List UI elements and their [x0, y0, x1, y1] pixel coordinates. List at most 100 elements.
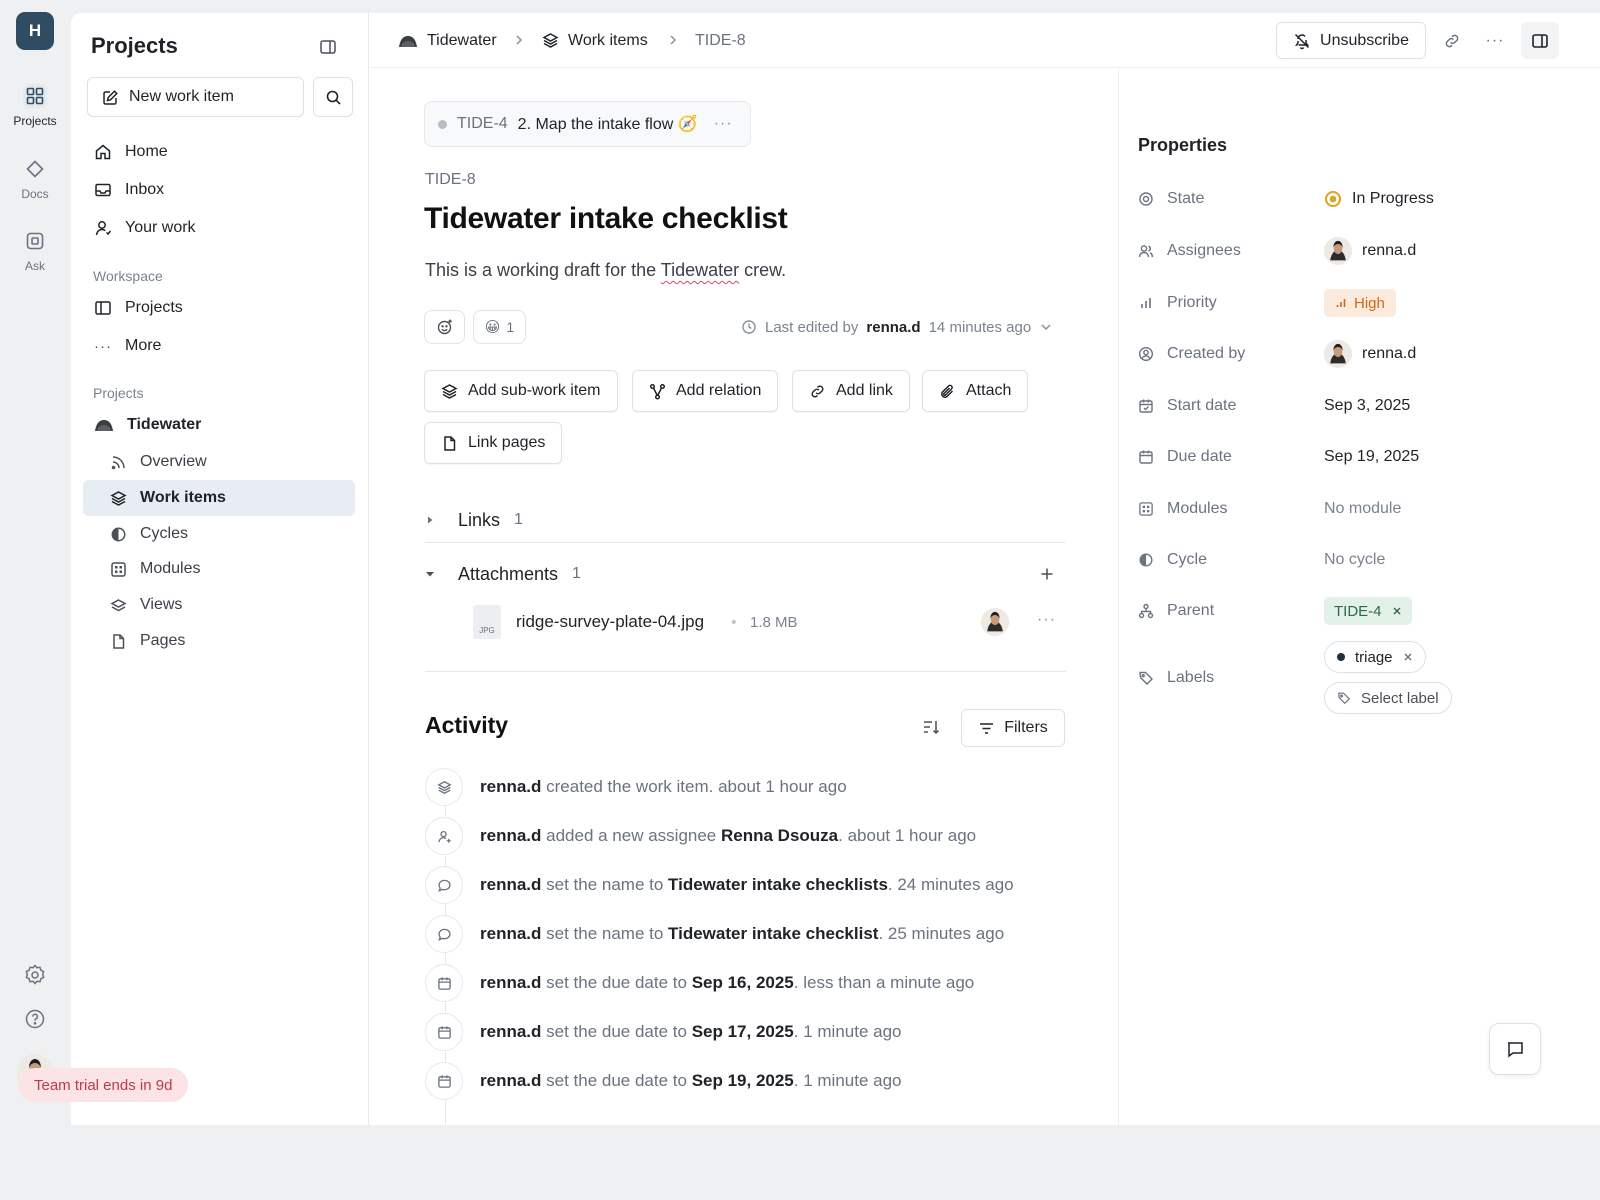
- parent-tag[interactable]: TIDE-4: [1324, 597, 1412, 625]
- activity-user[interactable]: renna.d: [480, 826, 541, 845]
- parent-state-dot: [438, 119, 447, 129]
- attachment-more-icon[interactable]: ···: [1037, 611, 1056, 629]
- attachments-section-header[interactable]: Attachments 1: [425, 559, 1066, 589]
- activity-action: set the due date to: [541, 973, 692, 992]
- grid-icon: [23, 84, 47, 108]
- select-label-text: Select label: [1361, 689, 1439, 707]
- activity-user[interactable]: renna.d: [480, 924, 541, 943]
- add-reaction-button[interactable]: [424, 310, 465, 344]
- nav-workspace-projects[interactable]: Projects: [83, 290, 355, 326]
- property-due-date[interactable]: Due date Sep 19, 2025: [1138, 440, 1578, 474]
- property-priority[interactable]: Priority High: [1138, 286, 1578, 320]
- property-modules[interactable]: Modules No module: [1138, 492, 1578, 526]
- rail-item-ask[interactable]: Ask: [0, 229, 70, 273]
- hierarchy-icon: [1138, 603, 1154, 619]
- new-work-item-button[interactable]: New work item: [87, 77, 304, 117]
- search-button[interactable]: [313, 77, 353, 117]
- property-parent[interactable]: Parent TIDE-4: [1138, 594, 1578, 628]
- add-relation-button[interactable]: Add relation: [632, 370, 779, 412]
- property-start-date[interactable]: Start date Sep 3, 2025: [1138, 389, 1578, 423]
- activity-text: renna.d added a new assignee Renna Dsouz…: [480, 826, 976, 846]
- property-label: Assignees: [1167, 242, 1241, 259]
- property-assignees[interactable]: Assignees renna.d: [1138, 234, 1578, 268]
- nav-more[interactable]: ··· More: [83, 328, 355, 364]
- links-section-header[interactable]: Links 1: [425, 505, 1066, 535]
- nav-label: Overview: [140, 453, 207, 470]
- attachment-row[interactable]: JPG ridge-survey-plate-04.jpg • 1.8 MB ·…: [425, 597, 1066, 647]
- activity-value: Sep 17, 2025: [691, 1022, 794, 1041]
- cycle-icon: [1138, 552, 1154, 568]
- sort-order-icon[interactable]: [921, 717, 941, 737]
- relation-icon: [649, 383, 666, 400]
- select-label-button[interactable]: Select label: [1324, 682, 1452, 714]
- rail-label: Docs: [21, 187, 49, 201]
- nav-inbox[interactable]: Inbox: [83, 172, 355, 208]
- activity-user[interactable]: renna.d: [480, 875, 541, 894]
- activity-action: set the due date to: [541, 1022, 692, 1041]
- layers-icon: [542, 32, 559, 49]
- nav-work-items[interactable]: Work items: [83, 480, 355, 516]
- property-cycle[interactable]: Cycle No cycle: [1138, 543, 1578, 577]
- unsubscribe-button[interactable]: Unsubscribe: [1276, 22, 1426, 59]
- activity-user[interactable]: renna.d: [480, 1071, 541, 1090]
- reaction-chip[interactable]: 😀 1: [473, 310, 526, 344]
- tag-icon: [1138, 670, 1154, 686]
- nav-overview[interactable]: Overview: [83, 444, 355, 480]
- users-icon: [1138, 243, 1154, 259]
- activity-time: about 1 hour ago: [713, 777, 847, 796]
- nav-cycles[interactable]: Cycles: [83, 516, 355, 552]
- rail-item-docs[interactable]: Docs: [0, 157, 70, 201]
- rail-item-projects[interactable]: Projects: [0, 84, 70, 128]
- parent-work-item-chip[interactable]: TIDE-4 2. Map the intake flow 🧭 ···: [424, 101, 751, 147]
- activity-user[interactable]: renna.d: [480, 1022, 541, 1041]
- project-logo-icon: [94, 417, 114, 433]
- add-sub-work-item-button[interactable]: Add sub-work item: [424, 370, 618, 412]
- remove-label-icon[interactable]: [1403, 652, 1413, 662]
- work-item-title[interactable]: Tidewater intake checklist: [424, 202, 788, 236]
- state-icon: [1138, 191, 1154, 207]
- link-pages-button[interactable]: Link pages: [424, 422, 563, 464]
- remove-parent-icon[interactable]: [1392, 606, 1402, 616]
- activity-user[interactable]: renna.d: [480, 777, 541, 796]
- chevron-down-icon[interactable]: [1039, 320, 1053, 334]
- help-icon[interactable]: [23, 1007, 47, 1031]
- modules-icon: [110, 561, 127, 578]
- property-label: Cycle: [1167, 551, 1208, 568]
- link-icon: [809, 383, 826, 400]
- chat-button[interactable]: [1489, 1023, 1541, 1075]
- breadcrumb-project[interactable]: Tidewater: [398, 13, 497, 68]
- app-rail: H Projects Docs Ask: [0, 0, 70, 1125]
- property-label: Modules: [1167, 500, 1228, 517]
- sidebar-collapse-icon[interactable]: [316, 35, 340, 59]
- nav-modules[interactable]: Modules: [83, 551, 355, 587]
- priority-badge: High: [1324, 289, 1396, 317]
- bar-chart-icon: [1138, 295, 1154, 311]
- attach-button[interactable]: Attach: [922, 370, 1029, 412]
- parent-id: TIDE-4: [457, 115, 508, 132]
- project-tidewater[interactable]: Tidewater: [83, 407, 355, 443]
- breadcrumb-work-items[interactable]: Work items: [542, 13, 648, 68]
- nav-pages[interactable]: Pages: [83, 623, 355, 659]
- parent-more-icon[interactable]: ···: [714, 115, 733, 133]
- settings-icon[interactable]: [23, 963, 47, 987]
- nav-views[interactable]: Views: [83, 587, 355, 623]
- property-label: State: [1167, 190, 1205, 207]
- nav-home[interactable]: Home: [83, 134, 355, 170]
- workspace-avatar[interactable]: H: [16, 12, 54, 50]
- link-icon[interactable]: [1440, 29, 1464, 53]
- add-attachment-icon[interactable]: [1040, 567, 1054, 581]
- activity-user[interactable]: renna.d: [480, 973, 541, 992]
- label-chip-triage[interactable]: triage: [1324, 641, 1426, 673]
- filters-button[interactable]: Filters: [961, 709, 1065, 747]
- nav-your-work[interactable]: Your work: [83, 210, 355, 246]
- work-item-description[interactable]: This is a working draft for the Tidewate…: [425, 260, 786, 281]
- properties-panel-toggle-icon[interactable]: [1521, 22, 1559, 59]
- trial-badge[interactable]: Team trial ends in 9d: [18, 1068, 189, 1102]
- property-state[interactable]: State In Progress: [1138, 182, 1578, 216]
- more-options-icon[interactable]: ···: [1483, 29, 1507, 53]
- nav-label: Modules: [140, 560, 201, 577]
- add-link-button[interactable]: Add link: [792, 370, 910, 412]
- sidebar: Projects New work item Home Inbox Your w…: [71, 13, 369, 1125]
- properties-title: Properties: [1138, 135, 1228, 155]
- views-icon: [110, 597, 127, 614]
